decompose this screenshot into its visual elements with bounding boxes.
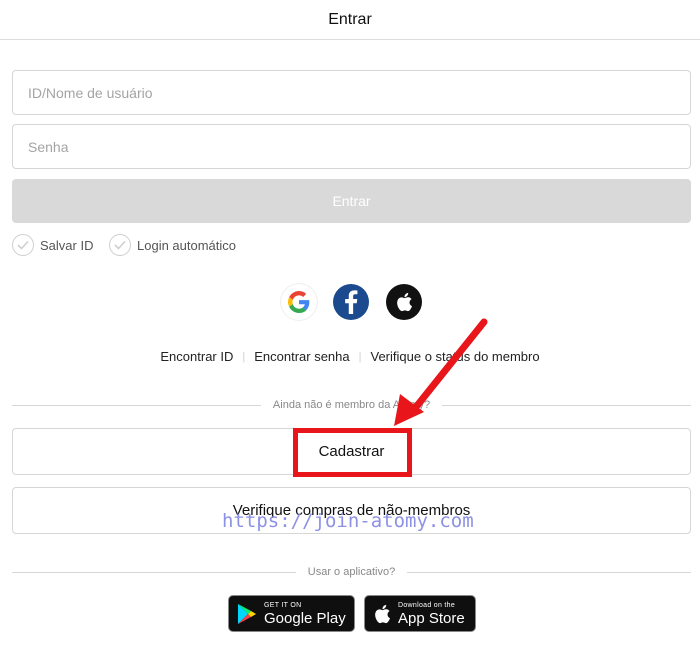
google-play-big-text: Google Play <box>264 609 346 627</box>
password-field[interactable] <box>12 124 691 169</box>
google-login-button[interactable] <box>281 284 317 320</box>
app-store-big-text: App Store <box>398 609 465 627</box>
register-button[interactable]: Cadastrar <box>12 428 691 475</box>
login-button[interactable]: Entrar <box>12 179 691 223</box>
facebook-icon <box>345 290 358 314</box>
app-divider: Usar o aplicativo? <box>12 564 691 580</box>
checkmark-icon[interactable] <box>109 234 131 256</box>
link-separator: | <box>358 350 362 363</box>
save-id-checkbox[interactable]: Salvar ID <box>12 233 93 257</box>
facebook-login-button[interactable] <box>333 284 369 320</box>
google-icon <box>288 291 310 313</box>
username-input[interactable] <box>13 71 690 114</box>
apple-icon <box>375 604 391 623</box>
page-header: Entrar <box>0 0 700 40</box>
checkmark-icon[interactable] <box>12 234 34 256</box>
username-field[interactable] <box>12 70 691 115</box>
google-play-small-text: GET IT ON <box>264 601 302 609</box>
auto-login-label: Login automático <box>137 237 237 253</box>
app-store-badge[interactable]: Download on the App Store <box>364 595 476 632</box>
password-input[interactable] <box>13 125 690 168</box>
apple-icon <box>397 292 413 312</box>
divider-line <box>407 571 691 573</box>
verify-status-link[interactable]: Verifique o status do membro <box>371 349 540 364</box>
google-play-badge[interactable]: GET IT ON Google Play <box>228 595 355 632</box>
watermark-text: https://join-atomy.com <box>222 510 474 532</box>
app-store-small-text: Download on the <box>398 601 456 609</box>
page-title: Entrar <box>328 10 372 28</box>
find-id-link[interactable]: Encontrar ID <box>160 349 233 364</box>
find-password-link[interactable]: Encontrar senha <box>254 349 349 364</box>
divider-line <box>12 404 261 406</box>
divider-line <box>12 571 296 573</box>
divider-line <box>442 404 691 406</box>
link-separator: | <box>242 350 246 363</box>
save-id-label: Salvar ID <box>40 237 94 253</box>
apple-login-button[interactable] <box>386 284 422 320</box>
google-play-icon <box>238 603 256 624</box>
account-links: Encontrar ID | Encontrar senha | Verifiq… <box>0 349 700 364</box>
member-divider: Ainda não é membro da Atomy? <box>12 397 691 413</box>
member-divider-text: Ainda não é membro da Atomy? <box>272 399 431 411</box>
auto-login-checkbox[interactable]: Login automático <box>109 233 236 257</box>
app-divider-text: Usar o aplicativo? <box>307 566 396 578</box>
